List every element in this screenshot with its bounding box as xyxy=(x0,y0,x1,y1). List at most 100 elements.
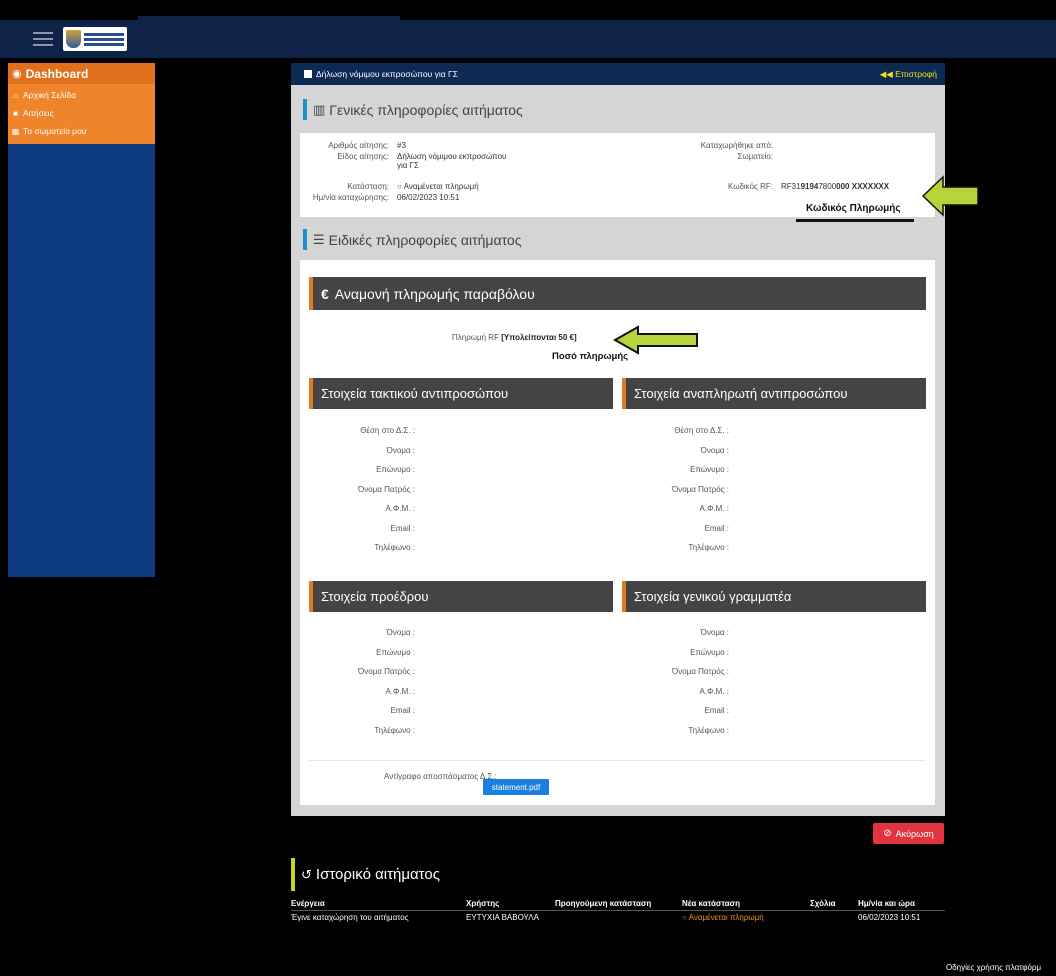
special-info-title-text: Ειδικές πληροφορίες αιτήματος xyxy=(328,231,522,248)
president-title: Στοιχεία προέδρου xyxy=(321,589,429,604)
euro-icon: € xyxy=(321,285,329,302)
request-number-label: Αριθμός αίτησης: xyxy=(328,141,389,150)
sidebar-dashboard-header[interactable]: ◉ Dashboard xyxy=(8,63,155,84)
statement-file-button[interactable]: statement.pdf xyxy=(483,779,549,795)
field-label: Α.Φ.Μ. : xyxy=(385,686,416,696)
sidebar-item-label: Αιτήσεις xyxy=(23,108,54,118)
general-info-title: ▥ Γενικές πληροφορίες αιτήματος xyxy=(303,99,523,120)
help-link[interactable]: Οδηγίες χρήσης πλατφόρμ xyxy=(946,963,1041,972)
organization-logo-icon[interactable] xyxy=(63,27,127,51)
amount-arrow-annotation xyxy=(612,325,698,355)
column-header: Ενέργεια xyxy=(291,899,325,908)
page-title: Δήλωση νόμιμου εκπροσώπου για ΓΣ xyxy=(316,69,458,79)
rf-code-label: Κωδικός RF: xyxy=(727,182,773,191)
history-datetime: 06/02/2023 10:51 xyxy=(858,913,921,922)
sidebar-header-label: Dashboard xyxy=(25,66,89,81)
field-label: Email : xyxy=(390,706,415,715)
back-label: Επιστροφή xyxy=(895,68,937,79)
secretary-title: Στοιχεία γενικού γραμματέα xyxy=(634,589,792,604)
statement-label: Αντίγραφο αποσπάσματος Δ.Σ.: xyxy=(384,772,497,781)
field-label: Επώνυμο : xyxy=(690,465,729,474)
header-accent-bar xyxy=(309,277,313,310)
document-icon: ■ xyxy=(13,108,18,118)
fee-header-text: Αναμονή πληρωμής παραβόλου xyxy=(334,285,535,302)
ban-icon: ⊘ xyxy=(883,828,892,839)
field-label: Όνομα Πατρός : xyxy=(672,484,729,494)
column-header: Νέα κατάσταση xyxy=(682,899,741,908)
field-label: Τηλέφωνο : xyxy=(688,725,729,735)
field-label: Όνομα Πατρός : xyxy=(672,667,729,676)
column-header: Σχόλια xyxy=(810,899,836,908)
request-number-value: #3 xyxy=(397,141,406,150)
registered-by-row: Καταχωρήθηκε από: xyxy=(685,141,781,150)
team-icon: ▦ xyxy=(11,126,20,136)
field-label: Όνομα : xyxy=(700,445,729,455)
pending-circle-icon: ○ xyxy=(397,182,404,191)
field-label: Θέση στο Δ.Σ. : xyxy=(360,426,415,435)
field-label: Α.Φ.Μ. : xyxy=(385,504,416,513)
content-header: Δήλωση νόμιμου εκπροσώπου για ΓΣ ◀◀ Επισ… xyxy=(291,63,945,85)
club-row: Σωματείο: xyxy=(685,152,781,161)
history-action: Έγινε καταχώρηση του αιτήματος xyxy=(291,913,409,922)
cancel-label: Ακύρωση xyxy=(895,828,934,839)
request-type-value: Δήλωση νόμιμου εκπροσώπου για ΓΣ xyxy=(397,152,507,170)
annotation-underline xyxy=(796,219,914,222)
fee-header: € Αναμονή πληρωμής παραβόλου xyxy=(309,277,926,310)
list-icon: ☰ xyxy=(313,231,325,247)
regular-rep-header: Στοιχεία τακτικού αντιπροσώπου xyxy=(309,378,613,409)
header-accent-bar xyxy=(309,378,313,409)
request-details-panel: Δήλωση νόμιμου εκπροσώπου για ΓΣ ◀◀ Επισ… xyxy=(291,63,945,816)
history-icon: ↺ xyxy=(301,866,312,882)
sidebar: ◉ Dashboard ⌂ Αρχική Σελίδα ■ Αιτήσεις ▦… xyxy=(8,63,155,577)
barcode-icon: ▥ xyxy=(313,101,326,117)
history-header-divider xyxy=(291,910,945,911)
rf-code-arrow-annotation xyxy=(921,175,979,217)
club-label: Σωματείο: xyxy=(737,152,773,161)
field-label: Τηλέφωνο : xyxy=(374,725,415,735)
field-label: Α.Φ.Μ. : xyxy=(699,686,730,696)
field-label: Τηλέφωνο : xyxy=(688,543,729,552)
back-arrow-icon: ◀◀ xyxy=(879,68,896,79)
document-icon xyxy=(304,70,312,78)
divider xyxy=(309,760,926,761)
field-label: Όνομα Πατρός : xyxy=(358,667,415,676)
rf-code-value: RF3191947800000 XXXXXXX xyxy=(781,182,890,191)
field-label: Επώνυμο : xyxy=(376,647,415,657)
alternate-rep-title: Στοιχεία αναπληρωτή αντιπροσώπου xyxy=(634,386,848,401)
hamburger-icon[interactable] xyxy=(33,32,53,48)
sidebar-item-my-club[interactable]: ▦ Το σωματείο μου xyxy=(8,122,155,140)
home-icon: ⌂ xyxy=(13,90,18,100)
president-header: Στοιχεία προέδρου xyxy=(309,581,613,612)
registered-by-label: Καταχωρήθηκε από: xyxy=(700,141,773,150)
back-link[interactable]: ◀◀ Επιστροφή xyxy=(880,69,937,80)
request-type-label: Είδος αίτησης: xyxy=(337,152,389,161)
cancel-button[interactable]: ⊘ Ακύρωση xyxy=(873,823,944,844)
field-label: Email : xyxy=(704,706,729,715)
status-value: ○ Αναμένεται πληρωμή xyxy=(397,182,479,191)
header-accent-bar xyxy=(309,581,313,612)
dashboard-icon: ◉ xyxy=(12,68,22,80)
sidebar-menu: ⌂ Αρχική Σελίδα ■ Αιτήσεις ▦ Το σωματείο… xyxy=(8,84,155,144)
date-row: Ημ/νία καταχώρησης: 06/02/2023 10:51 xyxy=(300,193,459,202)
column-header: Χρήστης xyxy=(466,899,500,908)
history-title-text: Ιστορικό αιτήματος xyxy=(315,866,440,883)
pending-circle-icon: ○ xyxy=(682,913,689,922)
field-label: Α.Φ.Μ. : xyxy=(699,504,730,513)
history-new-status: ○ Αναμένεται πληρωμή xyxy=(682,913,764,922)
field-label: Email : xyxy=(704,523,729,533)
history-user: ΕΥΤΥΧΙΑ ΒΑΒΟΥΛΑ xyxy=(466,913,539,922)
sidebar-item-home[interactable]: ⌂ Αρχική Σελίδα xyxy=(8,86,155,104)
header-accent-bar xyxy=(622,378,626,409)
logo-shield xyxy=(66,30,81,48)
column-header: Ημ/νία και ώρα xyxy=(858,899,915,908)
field-label: Email : xyxy=(390,523,415,533)
sidebar-item-applications[interactable]: ■ Αιτήσεις xyxy=(8,104,155,122)
history-title: ↺ Ιστορικό αιτήματος xyxy=(291,858,440,891)
rf-code-row: Κωδικός RF: RF3191947800000 XXXXXXX xyxy=(685,182,889,191)
request-type-row: Είδος αίτησης: Δήλωση νόμιμου εκπροσώπου… xyxy=(300,152,506,170)
table-row: Έγινε καταχώρηση του αιτήματος ΕΥΤΥΧΙΑ Β… xyxy=(291,912,945,925)
general-info-title-text: Γενικές πληροφορίες αιτήματος xyxy=(329,101,523,118)
payment-code-annotation: Κωδικός Πληρωμής xyxy=(806,203,901,214)
status-label: Κατάσταση: xyxy=(347,182,389,191)
sidebar-item-label: Αρχική Σελίδα xyxy=(23,90,77,100)
